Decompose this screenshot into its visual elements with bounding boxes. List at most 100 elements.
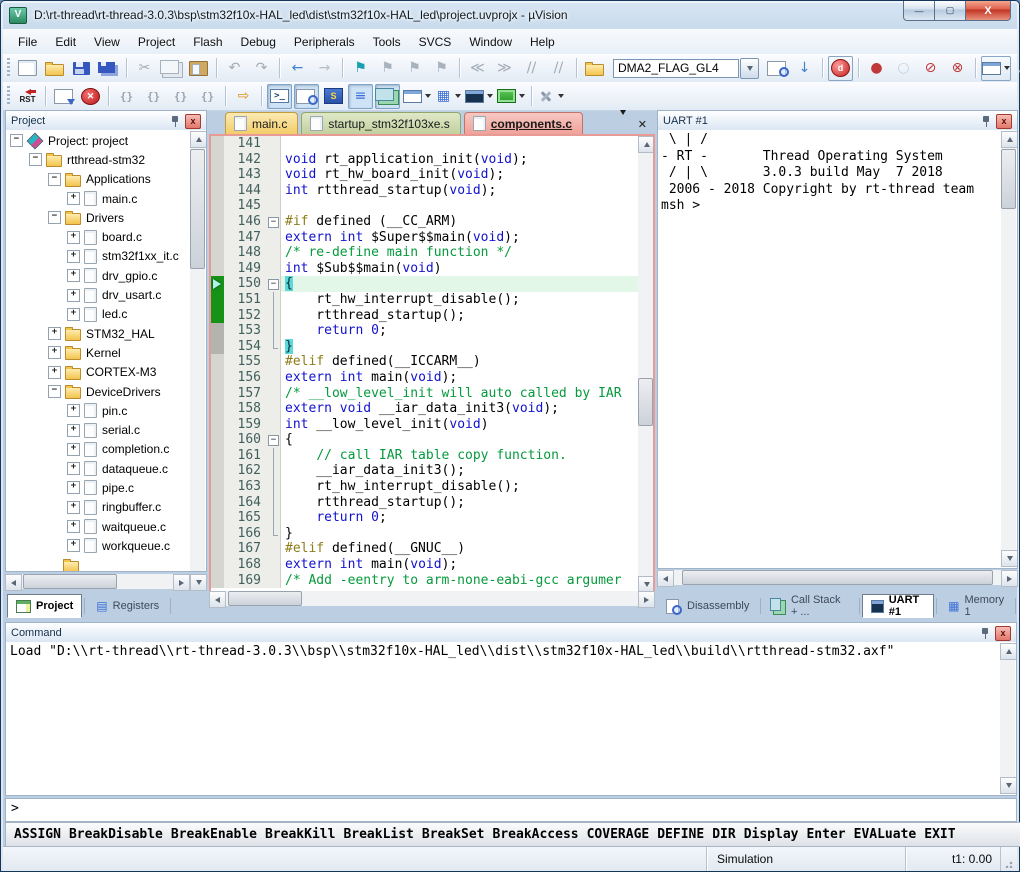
indent-button[interactable]: ≫ [492, 56, 517, 81]
run-button[interactable] [51, 84, 76, 109]
code-line-145[interactable]: 145 [211, 198, 638, 214]
scroll-up-icon[interactable] [1001, 131, 1018, 148]
configure-button[interactable] [1013, 56, 1020, 81]
menu-edit[interactable]: Edit [46, 31, 85, 53]
paste-button[interactable] [186, 56, 211, 81]
expand-icon[interactable]: + [67, 404, 80, 417]
uart-vscrollbar[interactable] [1001, 131, 1016, 567]
tree-item-main-c[interactable]: +main.c [7, 189, 190, 208]
expand-icon[interactable]: + [48, 346, 61, 359]
tree-item-ringbuffer-c[interactable]: +ringbuffer.c [7, 498, 190, 517]
close-document-icon[interactable]: ✕ [638, 119, 647, 130]
command-button-breakdisable[interactable]: BreakDisable [65, 827, 167, 842]
callstack-window-button[interactable] [375, 84, 400, 109]
code-line-147[interactable]: 147extern int $Super$$main(void); [211, 230, 638, 246]
tree-item-cortex-m3[interactable]: +CORTEX-M3 [7, 363, 190, 382]
code-line-146[interactable]: 146#if defined (__CC_ARM) [211, 214, 638, 230]
find-button[interactable] [765, 56, 790, 81]
command-button-breaklist[interactable]: BreakList [339, 827, 417, 842]
fold-collapse-icon[interactable] [267, 276, 281, 292]
expand-icon[interactable]: + [67, 192, 80, 205]
uart-terminal[interactable]: \ | / - RT - Thread Operating System / |… [657, 130, 1018, 569]
expand-icon[interactable]: + [67, 424, 80, 437]
incremental-find-button[interactable]: ↓ [792, 56, 817, 81]
insert-breakpoint-button[interactable]: ● [864, 56, 889, 81]
cut-button[interactable]: ✂ [132, 56, 157, 81]
disassembly-window-button[interactable] [294, 84, 319, 109]
code-line-157[interactable]: 157/* __low_level_init will auto called … [211, 386, 638, 402]
disable-all-breakpoints-button[interactable]: ⊘ [918, 56, 943, 81]
code-line-160[interactable]: 160{ [211, 432, 638, 448]
code-line-162[interactable]: 162 __iar_data_init3(); [211, 463, 638, 479]
minimize-button[interactable]: — [903, 1, 935, 21]
collapse-icon[interactable]: − [48, 211, 61, 224]
uart-hscrollbar[interactable] [657, 570, 1018, 585]
copy-button[interactable] [159, 56, 184, 81]
code-line-152[interactable]: 152 rtthread_startup(); [211, 308, 638, 324]
uncomment-button[interactable]: // [546, 56, 571, 81]
navigate-forward-button[interactable]: → [312, 56, 337, 81]
next-bookmark-button[interactable]: ⚑ [402, 56, 427, 81]
command-button-exit[interactable]: EXIT [920, 827, 959, 842]
navigate-back-button[interactable]: ← [285, 56, 310, 81]
open-file-button[interactable] [42, 56, 67, 81]
outdent-button[interactable]: ≪ [465, 56, 490, 81]
pin-icon[interactable] [982, 116, 991, 127]
menu-debug[interactable]: Debug [232, 31, 285, 53]
reset-cpu-button[interactable]: RST [15, 84, 40, 109]
code-line-144[interactable]: 144int rtthread_startup(void); [211, 183, 638, 199]
step-into-button[interactable]: {} [114, 84, 139, 109]
code-line-142[interactable]: 142void rt_application_init(void); [211, 152, 638, 168]
start-stop-debug-button[interactable]: d [828, 56, 853, 81]
system-viewer-dropdown[interactable] [496, 84, 526, 109]
scroll-left-icon[interactable] [209, 591, 226, 608]
stop-button[interactable]: ✕ [78, 84, 103, 109]
step-out-button[interactable]: {} [168, 84, 193, 109]
window-layout-dropdown[interactable] [981, 56, 1011, 81]
command-input[interactable]: > [5, 798, 1017, 822]
menu-file[interactable]: File [9, 31, 46, 53]
menu-view[interactable]: View [85, 31, 129, 53]
command-button-coverage[interactable]: COVERAGE [583, 827, 654, 842]
tree-item[interactable] [7, 556, 190, 571]
find-in-files-button[interactable] [582, 56, 607, 81]
collapse-icon[interactable]: − [10, 134, 23, 147]
command-button-dir[interactable]: DIR [708, 827, 739, 842]
show-next-statement-button[interactable]: ⇨ [231, 84, 256, 109]
tree-item-board-c[interactable]: +board.c [7, 227, 190, 246]
command-vscrollbar[interactable] [1000, 643, 1015, 794]
command-output[interactable]: Load "D:\\rt-thread\\rt-thread-3.0.3\\bs… [5, 642, 1017, 796]
toolbar-grip[interactable] [7, 58, 10, 78]
document-tab-startup-stm32f103xe-s[interactable]: startup_stm32f103xe.s [301, 112, 460, 134]
code-line-166[interactable]: 166} [211, 526, 638, 542]
redo-button[interactable]: ↷ [249, 56, 274, 81]
save-button[interactable] [69, 56, 94, 81]
tree-item-led-c[interactable]: +led.c [7, 305, 190, 324]
command-button-evaluate[interactable]: EVALuate [850, 827, 921, 842]
scroll-right-icon[interactable] [638, 591, 655, 608]
collapse-icon[interactable]: − [48, 173, 61, 186]
symbol-window-button[interactable]: S [321, 84, 346, 109]
tab-uart-1[interactable]: UART #1 [862, 594, 935, 618]
registers-window-button[interactable]: ≡ [348, 84, 373, 109]
memory-window-dropdown[interactable]: ▦ [434, 84, 462, 109]
tree-item-pipe-c[interactable]: +pipe.c [7, 478, 190, 497]
project-close-icon[interactable]: x [185, 114, 201, 129]
tab-registers[interactable]: ▤Registers [87, 594, 168, 618]
code-editor[interactable]: 141142void rt_application_init(void);143… [209, 134, 655, 595]
expand-icon[interactable]: + [67, 308, 80, 321]
menu-project[interactable]: Project [129, 31, 184, 53]
project-tree-vscrollbar[interactable] [190, 131, 205, 571]
tree-item-drv-usart-c[interactable]: +drv_usart.c [7, 285, 190, 304]
close-button[interactable]: X [965, 1, 1011, 21]
scroll-down-icon[interactable] [190, 574, 207, 591]
step-over-button[interactable]: {} [141, 84, 166, 109]
code-line-164[interactable]: 164 rtthread_startup(); [211, 495, 638, 511]
scroll-right-icon[interactable] [1001, 570, 1018, 587]
code-line-165[interactable]: 165 return 0; [211, 510, 638, 526]
expand-icon[interactable]: + [48, 366, 61, 379]
collapse-icon[interactable]: − [29, 153, 42, 166]
fold-collapse-icon[interactable] [267, 214, 281, 230]
code-line-167[interactable]: 167#elif defined(__GNUC__) [211, 541, 638, 557]
code-line-154[interactable]: 154} [211, 339, 638, 355]
